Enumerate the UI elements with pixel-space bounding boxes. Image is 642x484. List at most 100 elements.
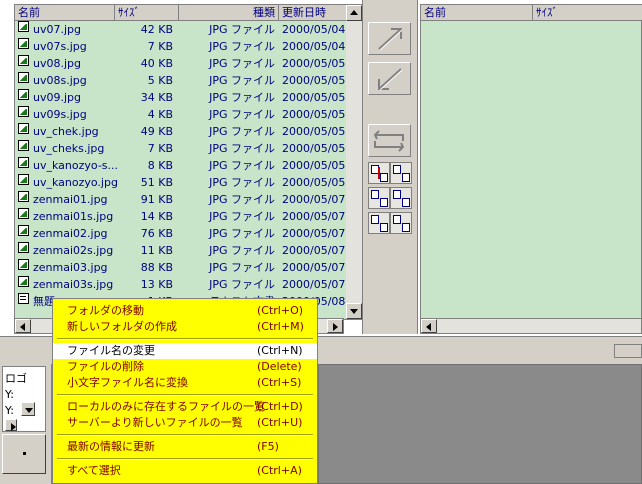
- file-size: 49 KB: [140, 125, 173, 138]
- file-size: 4 KB: [147, 108, 173, 121]
- menu-item[interactable]: ファイル名の変更 (Ctrl+N): [53, 343, 317, 359]
- file-icon: [402, 223, 410, 232]
- file-row[interactable]: zenmai03s.jpg13 KBJPG ファイル2000/05/07 21: [15, 276, 346, 293]
- log-line-y2: Y:: [5, 404, 14, 417]
- file-icon: [380, 198, 388, 207]
- log-expand-button[interactable]: [5, 419, 17, 431]
- compare-button[interactable]: [368, 162, 390, 184]
- chevron-down-icon: [23, 452, 26, 455]
- menu-item-shortcut: (Ctrl+A): [257, 464, 302, 477]
- file-row[interactable]: uv09.jpg34 KBJPG ファイル2000/05/05 21: [15, 89, 346, 106]
- file-type: JPG ファイル: [209, 159, 275, 172]
- local-file-list[interactable]: 名前 ｻｲｽﾞ 種類 更新日時 uv07.jpg 42 KB JPG ファイル 200…: [14, 4, 362, 320]
- status-field: [614, 344, 642, 358]
- image-file-icon: [18, 157, 29, 168]
- menu-item-label: サーバーより新しいファイルの一覧: [67, 416, 243, 429]
- image-file-icon: [18, 106, 29, 117]
- file-date: 2000/05/04 00: [282, 23, 346, 36]
- file-row[interactable]: uv_kanozyo.jpg51 KBJPG ファイル2000/05/05 09: [15, 174, 346, 191]
- remote-file-list[interactable]: 名前 ｻｲｽﾞ: [420, 4, 642, 320]
- menu-item[interactable]: フォルダの移動 (Ctrl+O): [53, 303, 317, 319]
- file-type: JPG ファイル: [209, 108, 275, 121]
- file-icon: [371, 190, 379, 199]
- file-row[interactable]: zenmai01s.jpg14 KBJPG ファイル2000/05/07 21: [15, 208, 346, 225]
- remote-scroll-left-button[interactable]: [421, 319, 437, 333]
- file-size: 91 KB: [140, 193, 173, 206]
- upload-button[interactable]: [368, 22, 411, 55]
- sync-arrows-icon: [373, 130, 405, 152]
- download-button[interactable]: [368, 62, 411, 95]
- file-size: 34 KB: [140, 91, 173, 104]
- menu-item[interactable]: 最新の情報に更新 (F5): [53, 439, 317, 455]
- sync-button[interactable]: [368, 124, 411, 157]
- vertical-scrollbar[interactable]: [346, 5, 362, 319]
- file-row[interactable]: zenmai02.jpg76 KBJPG ファイル2000/05/07 20: [15, 225, 346, 242]
- file-type: JPG ファイル: [209, 210, 275, 223]
- mirror-right-button[interactable]: [390, 187, 412, 209]
- file-row[interactable]: uv08.jpg40 KBJPG ファイル2000/05/05 21: [15, 55, 346, 72]
- file-date: 2000/05/05 21: [282, 74, 346, 87]
- menu-item[interactable]: ファイルの削除 (Delete): [53, 359, 317, 375]
- menu-item[interactable]: 小文字ファイル名に変換 (Ctrl+S): [53, 375, 317, 391]
- file-date: 2000/05/07 20: [282, 261, 346, 274]
- case-convert-right-button[interactable]: [390, 212, 412, 234]
- menu-item-shortcut: (Ctrl+M): [257, 320, 304, 333]
- menu-item[interactable]: サーバーより新しいファイルの一覧 (Ctrl+U): [53, 415, 317, 431]
- menu-item-shortcut: (Ctrl+D): [257, 400, 303, 413]
- menu-separator: [57, 434, 313, 436]
- menu-item[interactable]: ローカルのみに存在するファイルの一覧 (Ctrl+D): [53, 399, 317, 415]
- log-box: ロゴ Y: Y:: [2, 366, 46, 432]
- column-header-type[interactable]: 種類: [179, 5, 279, 21]
- file-row[interactable]: uv_kanozyo-s...8 KBJPG ファイル2000/05/05 09: [15, 157, 346, 174]
- menu-item[interactable]: すべて選択 (Ctrl+A): [53, 463, 317, 479]
- scroll-down-button[interactable]: [346, 303, 362, 319]
- file-row[interactable]: uv07.jpg42 KBJPG ファイル2000/05/04 00: [15, 21, 346, 38]
- case-convert-left-button[interactable]: [368, 212, 390, 234]
- remote-column-header-name[interactable]: 名前: [421, 5, 533, 21]
- menu-item-label: 最新の情報に更新: [67, 440, 155, 453]
- file-row[interactable]: zenmai02s.jpg11 KBJPG ファイル2000/05/07 22: [15, 242, 346, 259]
- file-row[interactable]: zenmai03.jpg88 KBJPG ファイル2000/05/07 20: [15, 259, 346, 276]
- image-file-icon: [18, 242, 29, 253]
- file-row[interactable]: uv_cheks.jpg7 KBJPG ファイル2000/05/05 11: [15, 140, 346, 157]
- image-file-icon: [18, 208, 29, 219]
- file-row[interactable]: uv07s.jpg7 KBJPG ファイル2000/05/04 00: [15, 38, 346, 55]
- scroll-right-button[interactable]: [327, 319, 343, 333]
- file-icon: [371, 215, 379, 224]
- menu-item[interactable]: 新しいフォルダの作成 (Ctrl+M): [53, 319, 317, 335]
- column-header-modified[interactable]: 更新日時: [279, 5, 349, 21]
- context-menu: フォルダの移動 (Ctrl+O) 新しいフォルダの作成 (Ctrl+M) ファイル名の変…: [52, 298, 318, 484]
- file-date: 2000/05/07 22: [282, 244, 346, 257]
- column-header-size[interactable]: ｻｲｽﾞ: [115, 5, 179, 21]
- image-file-icon: [18, 55, 29, 66]
- mirror-left-button[interactable]: [368, 187, 390, 209]
- file-date: 2000/05/05 21: [282, 108, 346, 121]
- column-header-name[interactable]: 名前: [15, 5, 115, 21]
- right-horizontal-scrollbar[interactable]: [420, 318, 642, 334]
- file-type: JPG ファイル: [209, 23, 275, 36]
- remote-column-header-size[interactable]: ｻｲｽﾞ: [533, 5, 642, 21]
- scroll-up-button[interactable]: [346, 5, 362, 21]
- file-row[interactable]: uv09s.jpg4 KBJPG ファイル2000/05/05 21: [15, 106, 346, 123]
- file-row[interactable]: zenmai01.jpg91 KBJPG ファイル2000/05/07 20: [15, 191, 346, 208]
- panel-dropdown-button[interactable]: [2, 434, 46, 474]
- file-icon: [380, 223, 388, 232]
- file-type: JPG ファイル: [209, 261, 275, 274]
- file-row[interactable]: uv_chek.jpg49 KBJPG ファイル2000/05/05 11: [15, 123, 346, 140]
- compare-right-button[interactable]: [390, 162, 412, 184]
- file-size: 51 KB: [140, 176, 173, 189]
- image-file-icon: [18, 276, 29, 287]
- file-type: JPG ファイル: [209, 125, 275, 138]
- file-type: JPG ファイル: [209, 74, 275, 87]
- file-date: 2000/05/05 09: [282, 159, 346, 172]
- log-dropdown-button[interactable]: [21, 402, 35, 416]
- file-size: 7 KB: [147, 40, 173, 53]
- image-file-icon: [18, 72, 29, 83]
- file-row[interactable]: uv08s.jpg5 KBJPG ファイル2000/05/05 21: [15, 72, 346, 89]
- scroll-left-button[interactable]: [15, 319, 31, 333]
- file-type: JPG ファイル: [209, 142, 275, 155]
- file-icon: [402, 173, 410, 182]
- image-file-icon: [18, 123, 29, 134]
- file-date: 2000/05/05 11: [282, 142, 346, 155]
- download-arrow-icon: [378, 68, 403, 91]
